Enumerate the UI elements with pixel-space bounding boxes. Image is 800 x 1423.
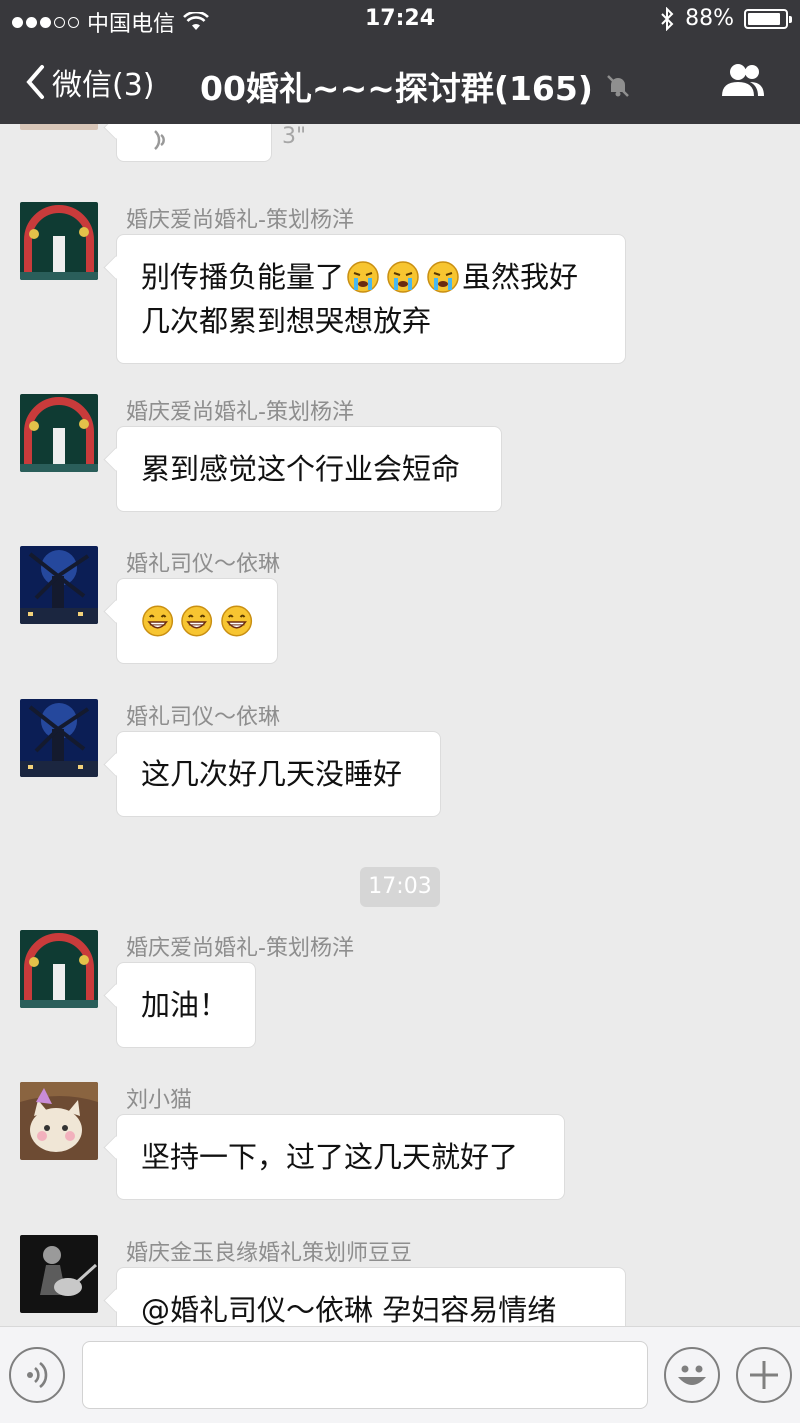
wedding-stage-avatar-image xyxy=(20,930,98,1008)
grinning-face-icon xyxy=(181,605,213,637)
windmill-night-avatar-image xyxy=(20,699,98,777)
nav-bar: 微信(3) 00婚礼~~~探讨群(165) xyxy=(0,40,800,124)
sender-name: 婚庆爱尚婚礼-策划杨洋 xyxy=(126,208,354,233)
wedding-stage-avatar-image xyxy=(20,202,98,280)
emoji-group xyxy=(346,255,460,299)
top-bar: 中国电信 17:24 88% 微信(3) 00婚礼~~~探讨群(165) xyxy=(0,0,800,124)
avatar[interactable] xyxy=(20,930,98,1008)
emoji-button[interactable] xyxy=(664,1347,720,1403)
status-right: 88% xyxy=(659,6,792,31)
avatar[interactable] xyxy=(20,546,98,624)
message-bubble[interactable]: 别传播负能量了 虽然我好 几次都累到想哭想放弃 xyxy=(116,234,626,364)
message-text: 坚持一下，过了这几天就好了 xyxy=(141,1140,519,1174)
grinning-face-icon xyxy=(142,605,174,637)
emoji-group xyxy=(141,599,253,643)
battery-percent: 88% xyxy=(685,6,734,31)
battery-level-fill xyxy=(748,12,780,25)
grinning-face-icon xyxy=(220,605,252,637)
sender-name: 婚庆爱尚婚礼-策划杨洋 xyxy=(126,936,354,961)
message-bubble[interactable]: 累到感觉这个行业会短命 xyxy=(116,426,502,512)
message-text: 这几次好几天没睡好 xyxy=(141,757,403,791)
sender-name: 刘小猫 xyxy=(126,1088,193,1113)
avatar[interactable] xyxy=(20,1235,98,1313)
message-bubble[interactable]: 加油！ xyxy=(116,962,256,1048)
message-bubble[interactable] xyxy=(116,578,278,664)
plus-icon xyxy=(750,1361,778,1389)
avatar[interactable] xyxy=(20,699,98,777)
windmill-night-avatar-image xyxy=(20,546,98,624)
smiley-icon xyxy=(678,1365,706,1385)
message-text-line2: 几次都累到想哭想放弃 xyxy=(141,304,432,338)
battery-icon xyxy=(744,8,792,29)
time-divider: 17:03 xyxy=(360,867,440,907)
message-text-cont: 虽然我好 xyxy=(462,260,579,294)
more-options-button[interactable] xyxy=(736,1347,792,1403)
voice-wave-icon xyxy=(154,130,165,150)
input-toolbar xyxy=(0,1326,800,1423)
chat-area[interactable]: 3" 婚庆爱尚婚礼-策划杨洋 别传播负能量了 虽然我好 几次都累到想哭想放弃 婚… xyxy=(0,124,800,1326)
message-input[interactable] xyxy=(82,1341,648,1409)
avatar[interactable] xyxy=(20,202,98,280)
cat-avatar-image xyxy=(20,1082,98,1160)
voice-duration: 3" xyxy=(282,124,307,149)
mute-bell-icon xyxy=(607,75,629,97)
guitar-player-avatar-image xyxy=(20,1235,98,1313)
message-text: 累到感觉这个行业会短命 xyxy=(141,452,461,486)
message-bubble[interactable]: 坚持一下，过了这几天就好了 xyxy=(116,1114,565,1200)
voice-input-button[interactable] xyxy=(9,1347,65,1403)
sender-name: 婚庆爱尚婚礼-策划杨洋 xyxy=(126,400,354,425)
voice-input-icon xyxy=(27,1361,48,1389)
crying-face-icon xyxy=(387,261,419,293)
avatar[interactable] xyxy=(20,124,98,130)
sender-name: 婚礼司仪～依琳 xyxy=(126,552,281,577)
back-button[interactable]: 微信(3) xyxy=(24,60,155,104)
message-text: 别传播负能量了 xyxy=(141,260,345,294)
avatar[interactable] xyxy=(20,1082,98,1160)
group-members-icon[interactable] xyxy=(720,62,766,100)
status-bar: 中国电信 17:24 88% xyxy=(0,0,800,40)
message-text: @婚礼司仪～依琳 孕妇容易情绪 xyxy=(141,1293,557,1326)
bluetooth-icon xyxy=(661,6,674,31)
voice-bubble[interactable] xyxy=(116,124,272,162)
sender-name: 婚庆金玉良缘婚礼策划师豆豆 xyxy=(126,1241,413,1266)
crying-face-icon xyxy=(347,261,379,293)
message-bubble[interactable]: @婚礼司仪～依琳 孕妇容易情绪 xyxy=(116,1267,626,1326)
chat-title: 00婚礼~~~探讨群(165) xyxy=(200,62,631,110)
crying-face-icon xyxy=(427,261,459,293)
chevron-left-icon xyxy=(26,65,44,99)
avatar[interactable] xyxy=(20,394,98,472)
wedding-stage-avatar-image xyxy=(20,394,98,472)
chat-title-text: 00婚礼~~~探讨群(165) xyxy=(200,69,593,108)
back-label: 微信(3) xyxy=(52,68,155,103)
sender-name: 婚礼司仪～依琳 xyxy=(126,705,281,730)
message-text: 加油！ xyxy=(141,988,229,1022)
message-bubble[interactable]: 这几次好几天没睡好 xyxy=(116,731,441,817)
